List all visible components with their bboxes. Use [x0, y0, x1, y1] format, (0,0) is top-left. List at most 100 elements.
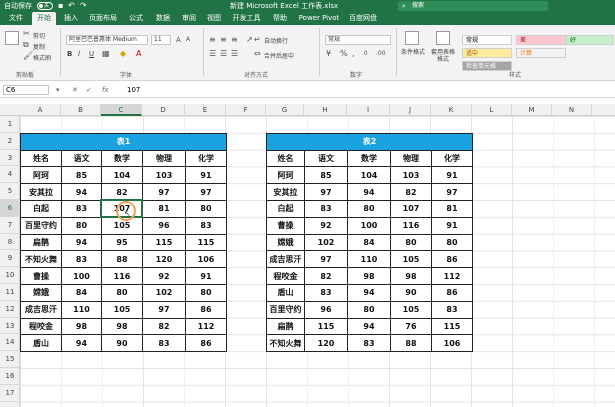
column-header-I[interactable]: I [347, 104, 390, 116]
table1-cell[interactable]: 91 [185, 267, 227, 285]
row-header-9[interactable]: 9 [0, 250, 20, 268]
table2-cell[interactable]: 80 [431, 233, 473, 252]
tab-5[interactable]: 数据 [151, 12, 175, 25]
cell-style-4[interactable]: 计算 [516, 48, 566, 58]
row-header-17[interactable]: 17 [0, 385, 20, 402]
paste-icon[interactable] [5, 31, 19, 45]
table2-cell[interactable]: 不知火舞 [266, 334, 305, 353]
table2-cell[interactable]: 100 [347, 216, 391, 235]
align-top-icon[interactable]: ≡ [209, 36, 216, 44]
table1-header-cell[interactable]: 化学 [185, 149, 227, 168]
table2-cell[interactable]: 97 [304, 250, 348, 269]
table1-cell[interactable]: 91 [185, 166, 227, 185]
table1-cell[interactable]: 94 [61, 334, 102, 353]
conditional-format-button[interactable]: 条件格式 [401, 49, 425, 56]
row-header-5[interactable]: 5 [0, 183, 20, 200]
column-header-C[interactable]: C [101, 104, 142, 116]
column-header-D[interactable]: D [142, 104, 185, 116]
table2-cell[interactable]: 120 [304, 334, 348, 353]
table1-cell[interactable]: 83 [142, 334, 186, 353]
table2-cell[interactable]: 83 [304, 283, 348, 302]
cut-icon[interactable]: ✂ [23, 30, 30, 38]
table2-header-cell[interactable]: 化学 [431, 149, 473, 168]
table1-cell[interactable]: 扁鹊 [20, 233, 62, 252]
cell-style-3[interactable]: 适中 [462, 48, 512, 58]
table2-cell[interactable]: 97 [431, 183, 473, 201]
table1-cell[interactable]: 97 [142, 183, 186, 201]
table2-cell[interactable]: 80 [347, 199, 391, 218]
table2-cell[interactable]: 嫦娥 [266, 233, 305, 252]
table1-cell[interactable]: 盾山 [20, 334, 62, 353]
currency-icon[interactable]: ¥ [326, 50, 331, 58]
table1-cell[interactable]: 成吉思汗 [20, 300, 62, 319]
table-format-button[interactable]: 套用表格格式 [429, 49, 457, 63]
copy-icon[interactable]: ⧉ [23, 41, 29, 49]
increase-decimal-icon[interactable]: .0 [362, 50, 368, 58]
name-box[interactable]: C6 [3, 85, 49, 95]
table1-cell[interactable]: 115 [185, 233, 227, 252]
table-format-icon[interactable] [436, 31, 450, 45]
table2-cell[interactable]: 94 [347, 183, 391, 201]
cell-style-5[interactable]: 检查单元格 [462, 61, 512, 71]
merge-icon[interactable]: ⇔ [254, 50, 261, 58]
table2-cell[interactable]: 成吉思汗 [266, 250, 305, 269]
column-header-L[interactable]: L [472, 104, 512, 116]
table2-cell[interactable]: 105 [390, 300, 432, 319]
table2-cell[interactable]: 86 [431, 250, 473, 269]
table1-header-cell[interactable]: 数学 [101, 149, 143, 168]
table2-cell[interactable]: 96 [304, 300, 348, 319]
table1-cell[interactable]: 不知火舞 [20, 250, 62, 269]
table2-cell[interactable]: 82 [304, 267, 348, 285]
row-header-6[interactable]: 6 [0, 200, 20, 217]
row-header-18[interactable]: 18 [0, 402, 20, 407]
table1-cell[interactable]: 80 [61, 216, 102, 235]
copy-button[interactable]: 复制 [33, 42, 45, 51]
column-header-M[interactable]: M [512, 104, 552, 116]
table2-cell[interactable]: 112 [431, 267, 473, 285]
column-header-K[interactable]: K [431, 104, 472, 116]
table2-cell[interactable]: 107 [390, 199, 432, 218]
font-name-select[interactable]: 阿里巴巴普惠体 Medium [66, 35, 148, 45]
table2-cell[interactable]: 91 [431, 166, 473, 185]
table2-header-cell[interactable]: 姓名 [266, 149, 305, 168]
row-header-2[interactable]: 2 [0, 133, 20, 150]
table1-cell[interactable]: 百里守约 [20, 216, 62, 235]
table1-cell[interactable]: 82 [142, 317, 186, 336]
row-header-15[interactable]: 15 [0, 351, 20, 368]
table2-cell[interactable]: 82 [390, 183, 432, 201]
table1-header-cell[interactable]: 语文 [61, 149, 102, 168]
table2-header-cell[interactable]: 数学 [347, 149, 391, 168]
tab-6[interactable]: 审阅 [178, 12, 200, 25]
underline-button[interactable]: U [89, 50, 94, 58]
column-header-B[interactable]: B [61, 104, 101, 116]
table2-cell[interactable]: 88 [390, 334, 432, 353]
column-header-N[interactable]: N [552, 104, 592, 116]
format-painter-icon[interactable]: 🖌 [23, 52, 33, 60]
table1-cell[interactable]: 86 [185, 300, 227, 319]
table2-cell[interactable]: 92 [304, 216, 348, 235]
table2-cell[interactable]: 83 [431, 300, 473, 319]
percent-icon[interactable]: % [340, 50, 348, 58]
table1-cell[interactable]: 98 [61, 317, 102, 336]
table2-cell[interactable]: 98 [347, 267, 391, 285]
table2-cell[interactable]: 103 [390, 166, 432, 185]
table1-cell[interactable]: 81 [142, 199, 186, 218]
table2-cell[interactable]: 115 [304, 317, 348, 336]
table1-cell[interactable]: 82 [101, 183, 143, 201]
table1-cell[interactable]: 96 [142, 216, 186, 235]
italic-button[interactable]: I [78, 50, 80, 58]
table1-cell[interactable]: 80 [101, 283, 143, 302]
align-bottom-icon[interactable]: ≡ [231, 36, 238, 44]
decrease-decimal-icon[interactable]: .00 [376, 50, 386, 58]
column-header-J[interactable]: J [390, 104, 431, 116]
table2-cell[interactable]: 83 [347, 334, 391, 353]
row-header-1[interactable]: 1 [0, 116, 20, 133]
tab-8[interactable]: 开发工具 [229, 12, 264, 25]
table2-cell[interactable]: 86 [431, 283, 473, 302]
bold-button[interactable]: B [67, 50, 72, 58]
align-middle-icon[interactable]: ≡ [220, 36, 227, 44]
row-header-3[interactable]: 3 [0, 150, 20, 167]
table2-cell[interactable]: 115 [431, 317, 473, 336]
table1-cell[interactable]: 85 [61, 166, 102, 185]
enter-icon[interactable]: ✓ [86, 85, 92, 95]
